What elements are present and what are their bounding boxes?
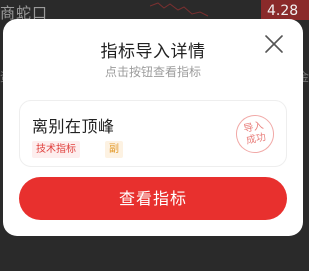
view-indicator-button[interactable]: 查看指标 xyxy=(19,177,287,220)
close-icon[interactable] xyxy=(263,33,285,55)
indicator-card: 离别在顶峰 技术指标 副 导入 成功 xyxy=(19,100,287,167)
indicator-type-tag: 技术指标 xyxy=(32,141,80,158)
screen: 商蛇口 4.28 资 金 指标导入详情 点击按钮查看指标 离别在顶峰 技术指标 … xyxy=(0,0,309,271)
background-price: 4.28 xyxy=(261,0,309,20)
import-success-stamp: 导入 成功 xyxy=(232,111,278,157)
indicator-import-dialog: 指标导入详情 点击按钮查看指标 离别在顶峰 技术指标 副 导入 成功 查看指标 xyxy=(3,19,303,236)
indicator-kind-tag: 副 xyxy=(105,141,123,158)
dialog-subtitle: 点击按钮查看指标 xyxy=(104,65,201,79)
indicator-name: 离别在顶峰 xyxy=(32,117,115,136)
background-price-line xyxy=(150,2,209,17)
dialog-title: 指标导入详情 xyxy=(100,42,206,62)
